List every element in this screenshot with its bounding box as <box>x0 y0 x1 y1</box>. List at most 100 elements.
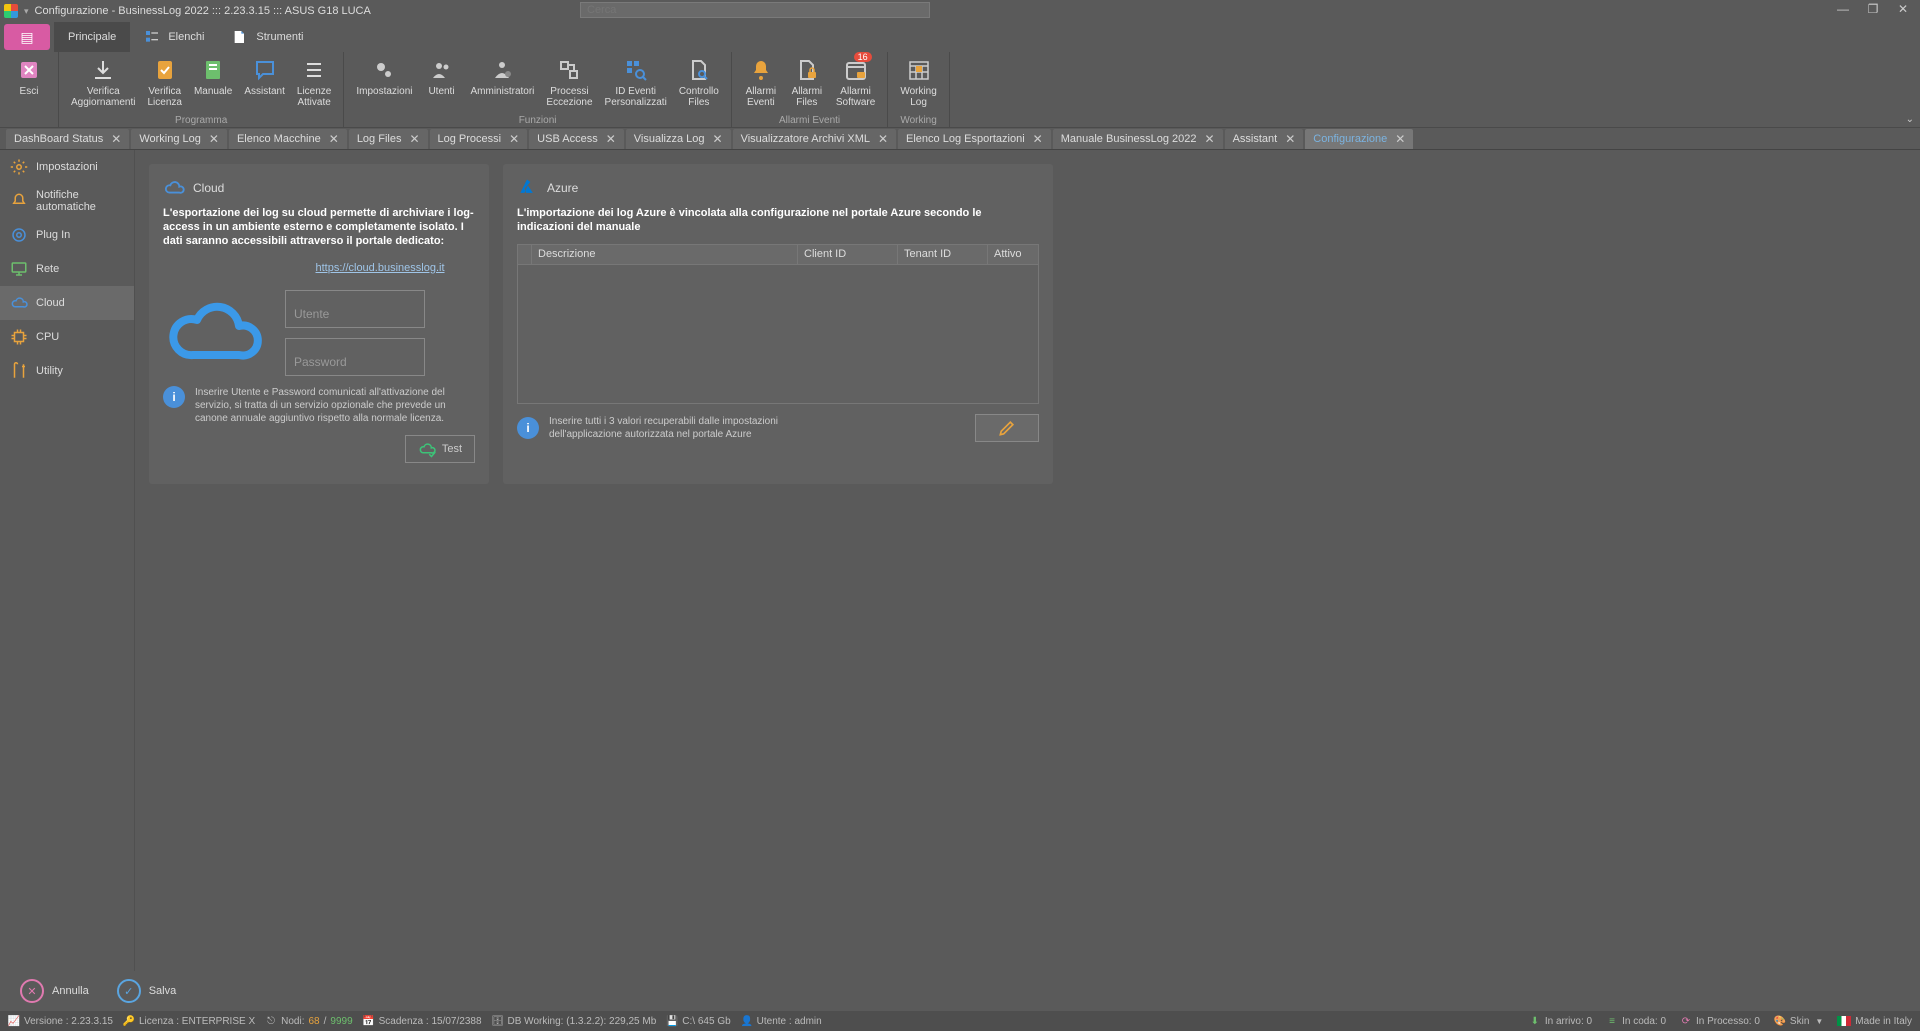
calendar-lock-icon: 16 <box>842 56 870 84</box>
tab-usb-access[interactable]: USB Access✕ <box>529 129 624 149</box>
file-menu-button[interactable]: ▤ <box>4 24 50 50</box>
close-icon[interactable]: ✕ <box>606 132 616 146</box>
close-icon[interactable]: ✕ <box>1033 132 1043 146</box>
group-working-label: Working <box>888 115 949 126</box>
azure-edit-button[interactable] <box>975 414 1039 442</box>
working-log-button[interactable]: Working Log <box>894 54 943 113</box>
azure-table-body <box>518 265 1038 403</box>
sidebar-item-utility[interactable]: Utility <box>0 354 134 388</box>
sidebar-item-impostazioni[interactable]: Impostazioni <box>0 150 134 184</box>
verifica-lic-label: Verifica Licenza <box>147 86 181 108</box>
app-icon <box>4 4 18 18</box>
info-icon: i <box>517 417 539 439</box>
users-icon <box>428 56 456 84</box>
allarmi-software-button[interactable]: 16 Allarmi Software <box>830 54 881 113</box>
licenze-attivate-button[interactable]: Licenze Attivate <box>291 54 337 113</box>
tab-configurazione[interactable]: Configurazione✕ <box>1305 129 1413 149</box>
azure-th-attivo[interactable]: Attivo <box>988 245 1038 264</box>
allarmi-ev-label: Allarmi Eventi <box>746 86 777 108</box>
close-icon[interactable]: ✕ <box>1395 132 1405 146</box>
search-input[interactable] <box>580 2 930 18</box>
azure-th-descrizione[interactable]: Descrizione <box>532 245 798 264</box>
id-eventi-button[interactable]: ID Eventi Personalizzati <box>599 54 673 113</box>
allarmi-sw-badge: 16 <box>854 52 872 62</box>
azure-th-tenantid[interactable]: Tenant ID <box>898 245 988 264</box>
azure-panel: Azure L'importazione dei log Azure è vin… <box>503 164 1053 484</box>
maximize-button[interactable]: ❐ <box>1860 0 1886 18</box>
sidebar-item-cpu[interactable]: CPU <box>0 320 134 354</box>
controllo-files-button[interactable]: Controllo Files <box>673 54 725 113</box>
elenchi-icon <box>144 29 160 45</box>
tab-working-log[interactable]: Working Log✕ <box>131 129 227 149</box>
utenti-button[interactable]: Utenti <box>419 54 465 113</box>
close-icon[interactable]: ✕ <box>209 132 219 146</box>
title-bar: ▾ Configurazione - BusinessLog 2022 ::: … <box>0 0 1920 22</box>
azure-table-header: Descrizione Client ID Tenant ID Attivo <box>518 245 1038 265</box>
close-icon[interactable]: ✕ <box>509 132 519 146</box>
allarmi-files-label: Allarmi Files <box>792 86 823 108</box>
book-icon <box>199 56 227 84</box>
processi-eccezione-button[interactable]: Processi Eccezione <box>540 54 598 113</box>
gear-icon <box>10 158 28 176</box>
tab-elenco-macchine[interactable]: Elenco Macchine✕ <box>229 129 347 149</box>
impostazioni-button[interactable]: Impostazioni <box>350 54 418 113</box>
minimize-button[interactable]: — <box>1830 0 1856 18</box>
tab-principale[interactable]: Principale <box>54 22 130 52</box>
bottom-action-bar: ✕ Annulla ✓ Salva <box>0 971 1920 1011</box>
close-icon[interactable]: ✕ <box>1285 132 1295 146</box>
assistant-button[interactable]: Assistant <box>238 54 291 113</box>
tab-manuale-bl2022[interactable]: Manuale BusinessLog 2022✕ <box>1053 129 1223 149</box>
tab-elenco-log-esport[interactable]: Elenco Log Esportazioni✕ <box>898 129 1051 149</box>
close-icon[interactable]: ✕ <box>713 132 723 146</box>
tab-log-files[interactable]: Log Files✕ <box>349 129 428 149</box>
verifica-licenza-button[interactable]: Verifica Licenza <box>141 54 187 113</box>
tab-elenchi[interactable]: Elenchi <box>130 22 218 52</box>
tab-visualizza-log[interactable]: Visualizza Log✕ <box>626 129 731 149</box>
ribbon-collapse-button[interactable]: ⌄ <box>1906 114 1914 125</box>
amministratori-button[interactable]: Amministratori <box>465 54 541 113</box>
group-funzioni-label: Funzioni <box>344 115 730 126</box>
tab-strumenti[interactable]: Strumenti <box>218 22 317 52</box>
tab-log-processi[interactable]: Log Processi✕ <box>430 129 528 149</box>
sidebar-item-notifiche[interactable]: Notifiche automatiche <box>0 184 134 218</box>
tab-visualizzatore-xml[interactable]: Visualizzatore Archivi XML ✕ <box>733 129 896 149</box>
close-icon[interactable]: ✕ <box>409 132 419 146</box>
list-icon <box>300 56 328 84</box>
status-in-arrivo: In arrivo: 0 <box>1545 1016 1592 1027</box>
cloud-portal-link[interactable]: https://cloud.businesslog.it <box>285 262 475 274</box>
status-utente: Utente : admin <box>757 1016 822 1027</box>
close-icon[interactable]: ✕ <box>111 132 121 146</box>
cloud-user-input[interactable] <box>285 290 425 328</box>
calendar-grid-icon <box>905 56 933 84</box>
skin-selector[interactable]: 🎨Skin▼ <box>1774 1015 1823 1027</box>
cloud-password-input[interactable] <box>285 338 425 376</box>
dtab-label: Visualizzatore Archivi XML <box>741 133 870 145</box>
title-caret-icon[interactable]: ▾ <box>24 6 29 17</box>
sidebar-item-rete[interactable]: Rete <box>0 252 134 286</box>
manuale-button[interactable]: Manuale <box>188 54 238 113</box>
sidebar-item-cloud[interactable]: Cloud <box>0 286 134 320</box>
close-icon[interactable]: ✕ <box>1205 132 1215 146</box>
azure-th-clientid[interactable]: Client ID <box>798 245 898 264</box>
salva-button[interactable]: ✓ Salva <box>107 977 187 1005</box>
azure-icon <box>517 177 539 199</box>
close-icon[interactable]: ✕ <box>329 132 339 146</box>
sidebar-item-plugin[interactable]: Plug In <box>0 218 134 252</box>
cloud-test-button[interactable]: Test <box>405 435 475 463</box>
allarmi-files-button[interactable]: Allarmi Files <box>784 54 830 113</box>
admin-icon <box>488 56 516 84</box>
verifica-aggiornamenti-button[interactable]: Verifica Aggiornamenti <box>65 54 141 113</box>
close-icon[interactable]: ✕ <box>878 132 888 146</box>
allarmi-eventi-button[interactable]: Allarmi Eventi <box>738 54 784 113</box>
status-nodi-b: 9999 <box>330 1016 352 1027</box>
tab-assistant[interactable]: Assistant ✕ <box>1225 129 1304 149</box>
user-icon: 👤 <box>741 1015 753 1027</box>
close-window-button[interactable]: ✕ <box>1890 0 1916 18</box>
dtab-label: Assistant <box>1233 133 1278 145</box>
esci-button[interactable]: Esci <box>6 54 52 113</box>
annulla-button[interactable]: ✕ Annulla <box>10 977 99 1005</box>
tab-strumenti-label: Strumenti <box>256 31 303 43</box>
tab-dashboard-status[interactable]: DashBoard Status✕ <box>6 129 129 149</box>
sidebar-item-label: Plug In <box>36 229 70 241</box>
ribbon-tab-strip: ▤ Principale Elenchi Strumenti <box>0 22 1920 52</box>
